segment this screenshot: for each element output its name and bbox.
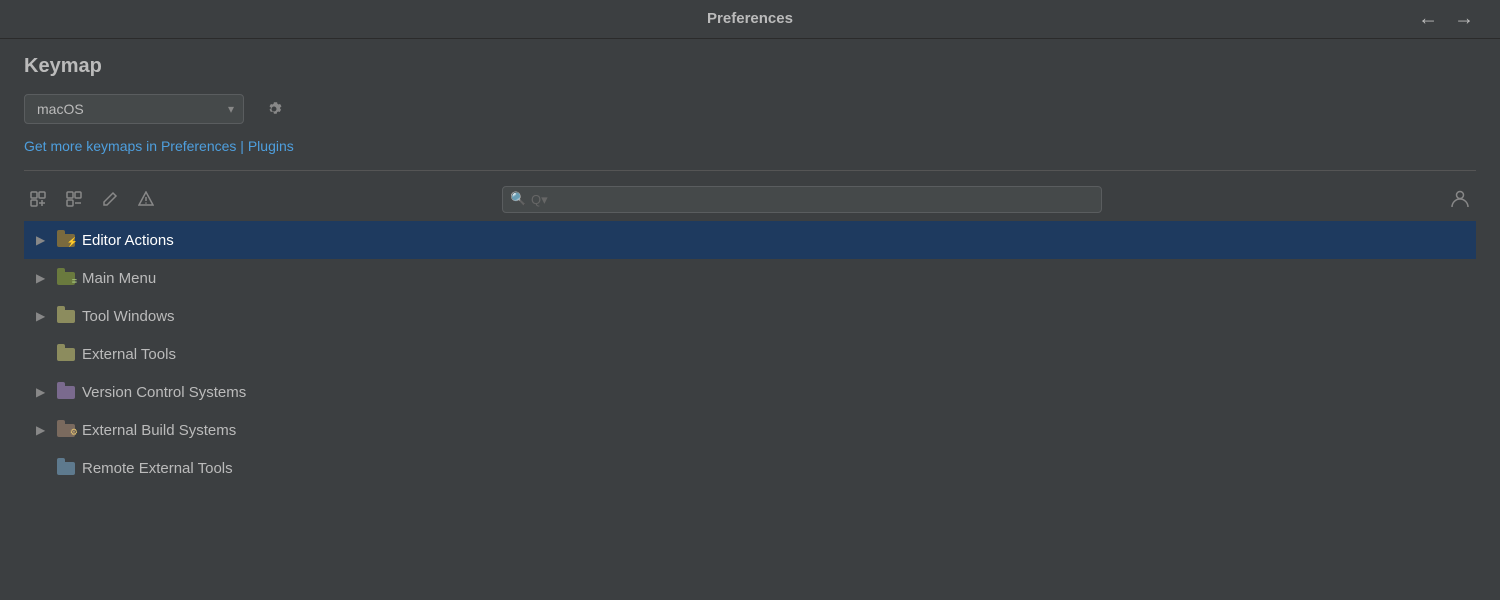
- collapse-all-icon: [66, 191, 82, 207]
- folder-remote-icon: [57, 462, 75, 475]
- page-title: Keymap: [24, 55, 1476, 78]
- back-button[interactable]: ←: [1412, 6, 1444, 33]
- nav-buttons: ← →: [1412, 6, 1480, 33]
- forward-button[interactable]: →: [1448, 6, 1480, 33]
- folder-vcs-icon: [57, 386, 75, 399]
- item-label-version-control: Version Control Systems: [82, 384, 246, 401]
- tree-item-editor-actions[interactable]: ▶ Editor Actions: [24, 221, 1476, 259]
- gear-icon: [265, 100, 283, 118]
- item-label-main-menu: Main Menu: [82, 270, 156, 287]
- title-bar: Preferences ← →: [0, 0, 1500, 39]
- chevron-icon: ▶: [36, 423, 50, 437]
- toolbar-right: [1444, 185, 1476, 213]
- item-label-editor-actions: Editor Actions: [82, 232, 174, 249]
- item-icon-editor-actions: [56, 230, 76, 250]
- tree-list: ▶ Editor Actions ▶ Main Menu ▶ Tool Wind…: [24, 221, 1476, 481]
- chevron-icon: ▶: [36, 271, 50, 285]
- main-content: Keymap macOS Windows Linux Eclipse Emacs…: [0, 39, 1500, 481]
- edit-button[interactable]: [96, 187, 124, 211]
- tree-item-external-tools[interactable]: External Tools: [24, 335, 1476, 373]
- collapse-all-button[interactable]: [60, 187, 88, 211]
- item-label-tool-windows: Tool Windows: [82, 308, 175, 325]
- folder-plain-icon: [57, 310, 75, 323]
- expand-all-icon: [30, 191, 46, 207]
- item-icon-external-build: [56, 420, 76, 440]
- tree-item-main-menu[interactable]: ▶ Main Menu: [24, 259, 1476, 297]
- tree-item-remote-tools[interactable]: Remote External Tools: [24, 449, 1476, 481]
- chevron-icon: ▶: [36, 385, 50, 399]
- chevron-icon: ▶: [36, 233, 50, 247]
- expand-all-button[interactable]: [24, 187, 52, 211]
- folder-editor-icon: [57, 234, 75, 247]
- window-title: Preferences: [707, 10, 793, 27]
- item-icon-tool-windows: [56, 306, 76, 326]
- keymap-select-wrapper: macOS Windows Linux Eclipse Emacs NetBea…: [24, 94, 244, 124]
- search-input[interactable]: [502, 186, 1102, 213]
- item-label-remote-tools: Remote External Tools: [82, 460, 233, 477]
- tree-item-external-build[interactable]: ▶ External Build Systems: [24, 411, 1476, 449]
- item-label-external-build: External Build Systems: [82, 422, 236, 439]
- warning-icon: [138, 191, 154, 207]
- person-icon: [1450, 189, 1470, 209]
- folder-build-icon: [57, 424, 75, 437]
- search-wrapper: 🔍: [502, 186, 1102, 213]
- item-icon-external-tools: [56, 344, 76, 364]
- folder-plain-icon: [57, 348, 75, 361]
- item-icon-remote-tools: [56, 458, 76, 478]
- warning-button[interactable]: [132, 187, 160, 211]
- tree-item-version-control[interactable]: ▶ Version Control Systems: [24, 373, 1476, 411]
- toolbar-left: [24, 187, 160, 211]
- edit-icon: [102, 191, 118, 207]
- search-bar-wrapper: 🔍: [502, 186, 1102, 213]
- gear-button[interactable]: [256, 95, 292, 123]
- item-label-external-tools: External Tools: [82, 346, 176, 363]
- tree-item-tool-windows[interactable]: ▶ Tool Windows: [24, 297, 1476, 335]
- keymap-select[interactable]: macOS Windows Linux Eclipse Emacs NetBea…: [24, 94, 244, 124]
- chevron-icon: ▶: [36, 309, 50, 323]
- toolbar-row: 🔍: [24, 181, 1476, 217]
- divider: [24, 170, 1476, 171]
- tree-container[interactable]: ▶ Editor Actions ▶ Main Menu ▶ Tool Wind…: [24, 221, 1476, 481]
- keymap-controls: macOS Windows Linux Eclipse Emacs NetBea…: [24, 94, 1476, 124]
- person-button[interactable]: [1444, 185, 1476, 213]
- item-icon-main-menu: [56, 268, 76, 288]
- folder-menu-icon: [57, 272, 75, 285]
- plugins-link[interactable]: Get more keymaps in Preferences | Plugin…: [24, 138, 1476, 154]
- item-icon-version-control: [56, 382, 76, 402]
